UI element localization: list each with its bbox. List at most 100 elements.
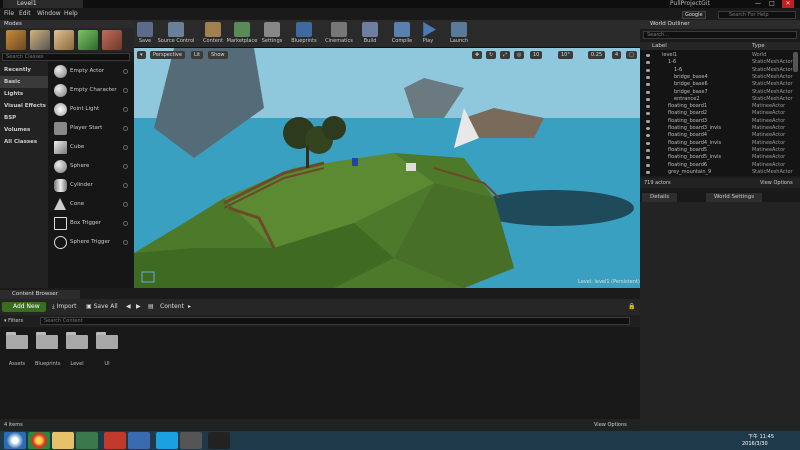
play-button[interactable]: Play	[418, 21, 438, 47]
taskbar-time[interactable]: 下午 11:45	[748, 433, 774, 440]
item-sphere-trigger[interactable]: Sphere Trigger	[48, 233, 130, 252]
help-search-input[interactable]: Search For Help	[718, 11, 796, 19]
app-icon[interactable]	[76, 432, 98, 449]
landscape-mode-icon[interactable]	[54, 30, 74, 50]
item-empty-actor[interactable]: Empty Actor	[48, 62, 130, 81]
save-all-button[interactable]: ▣ Save All	[86, 302, 118, 312]
source-control-button[interactable]: Source Control	[156, 21, 196, 47]
outliner-search-input[interactable]: Search...	[643, 31, 797, 39]
category-visual-effects[interactable]: Visual Effects	[0, 100, 48, 112]
path-content[interactable]: Content	[160, 302, 184, 312]
path-folder-icon[interactable]: ▤	[148, 302, 154, 312]
blueprints-button[interactable]: Blueprints	[290, 21, 318, 47]
outliner-row[interactable]: level1 World	[640, 52, 794, 59]
show-button[interactable]: Show	[208, 51, 228, 59]
outliner-row[interactable]: floating_board5 MatineeActor	[640, 147, 794, 154]
unreal-engine-icon[interactable]	[208, 432, 230, 449]
outliner-row[interactable]: floating_board4 MatineeActor	[640, 132, 794, 139]
visibility-eye-icon[interactable]	[646, 105, 650, 109]
folder-icon[interactable]	[36, 332, 58, 349]
item-cone[interactable]: Cone	[48, 195, 130, 214]
help-icon[interactable]	[123, 183, 128, 188]
outliner-view-options[interactable]: View Options	[760, 178, 793, 188]
path-arrow-icon[interactable]: ▸	[188, 302, 191, 312]
item-empty-character[interactable]: Empty Character	[48, 81, 130, 100]
outliner-row[interactable]: floating_board5_invis MatineeActor	[640, 154, 794, 161]
folder-icon[interactable]	[96, 332, 118, 349]
visibility-eye-icon[interactable]	[646, 90, 650, 94]
category-all-classes[interactable]: All Classes	[0, 136, 48, 148]
save-button[interactable]: Save	[136, 21, 154, 47]
compile-button[interactable]: Compile	[390, 21, 414, 47]
scale-tool-icon[interactable]: ⤢	[500, 51, 511, 59]
file-explorer-icon[interactable]	[52, 432, 74, 449]
type-column-header[interactable]: Type	[752, 42, 765, 50]
translate-tool-icon[interactable]: ✥	[472, 51, 483, 59]
item-cube[interactable]: Cube	[48, 138, 130, 157]
tab-world-settings[interactable]: World Settings	[706, 193, 763, 202]
build-button[interactable]: Build	[360, 21, 380, 47]
folder-icon[interactable]	[6, 332, 28, 349]
scale-snap-value[interactable]: 0.25	[588, 51, 606, 59]
visibility-eye-icon[interactable]	[646, 170, 650, 174]
content-view-options[interactable]: View Options	[594, 419, 627, 431]
help-icon[interactable]	[123, 107, 128, 112]
rotation-snap-value[interactable]: 10°	[558, 51, 573, 59]
visibility-eye-icon[interactable]	[646, 54, 650, 57]
outliner-row[interactable]: floating_board3_invis MatineeActor	[640, 125, 794, 132]
category-bsp[interactable]: BSP	[0, 112, 48, 124]
forward-arrow-icon[interactable]: ▶	[136, 302, 141, 312]
content-browser-tab[interactable]: Content Browser	[0, 290, 80, 299]
menu-help[interactable]: Help	[64, 9, 78, 19]
start-button-icon[interactable]	[4, 432, 26, 449]
settings-button[interactable]: Settings	[260, 21, 284, 47]
import-button[interactable]: ⤓ Import	[52, 302, 76, 312]
help-icon[interactable]	[123, 202, 128, 207]
add-new-button[interactable]: Add New	[2, 302, 46, 312]
tab-details[interactable]: Details	[642, 193, 678, 202]
outliner-row[interactable]: entrance2 StaticMeshActor	[640, 96, 794, 103]
filters-button[interactable]: ▾ Filters	[4, 317, 23, 325]
folder-icon[interactable]	[66, 332, 88, 349]
category-lights[interactable]: Lights	[0, 88, 48, 100]
acrobat-icon[interactable]	[104, 432, 126, 449]
visibility-eye-icon[interactable]	[646, 163, 650, 167]
outliner-row[interactable]: bridge_base7 StaticMeshActor	[640, 89, 794, 96]
outliner-row[interactable]: floating_board3 MatineeActor	[640, 118, 794, 125]
maximize-viewport-icon[interactable]: □	[626, 51, 637, 59]
outliner-scrollbar[interactable]	[793, 52, 798, 72]
back-arrow-icon[interactable]: ◀	[126, 302, 131, 312]
marketplace-button[interactable]: Marketplace	[226, 21, 258, 47]
content-search-input[interactable]: Search Content	[40, 317, 630, 325]
foliage-mode-icon[interactable]	[78, 30, 98, 50]
outliner-row[interactable]: floating_board6 MatineeActor	[640, 162, 794, 169]
menu-file[interactable]: File	[4, 9, 14, 19]
item-box-trigger[interactable]: Box Trigger	[48, 214, 130, 233]
item-cylinder[interactable]: Cylinder	[48, 176, 130, 195]
taskbar-date[interactable]: 2016/3/30	[742, 441, 768, 447]
world-space-icon[interactable]: ◎	[514, 51, 525, 59]
item-player-start[interactable]: Player Start	[48, 119, 130, 138]
camera-speed-value[interactable]: 4	[612, 51, 622, 59]
category-volumes[interactable]: Volumes	[0, 124, 48, 136]
help-icon[interactable]	[123, 69, 128, 74]
chrome-icon[interactable]	[28, 432, 50, 449]
outliner-row[interactable]: floating_board4_invis MatineeActor	[640, 140, 794, 147]
lock-icon[interactable]: 🔒	[628, 302, 635, 312]
help-icon[interactable]	[123, 164, 128, 169]
menu-edit[interactable]: Edit	[19, 9, 31, 19]
visibility-eye-icon[interactable]	[646, 156, 650, 160]
skype-icon[interactable]	[156, 432, 178, 449]
help-icon[interactable]	[123, 126, 128, 131]
visibility-eye-icon[interactable]	[646, 83, 650, 87]
grid-snap-value[interactable]: 10	[530, 51, 543, 59]
lit-button[interactable]: Lit	[191, 51, 204, 59]
cinematics-button[interactable]: Cinematics	[324, 21, 354, 47]
outliner-row[interactable]: bridge_base4 StaticMeshActor	[640, 74, 794, 81]
level-tab[interactable]: Level1	[3, 0, 83, 8]
visibility-eye-icon[interactable]	[646, 68, 650, 72]
visibility-eye-icon[interactable]	[646, 119, 650, 123]
minimize-button[interactable]: —	[752, 0, 764, 8]
visibility-eye-icon[interactable]	[646, 141, 650, 145]
search-engine-badge[interactable]: Google	[682, 11, 706, 19]
